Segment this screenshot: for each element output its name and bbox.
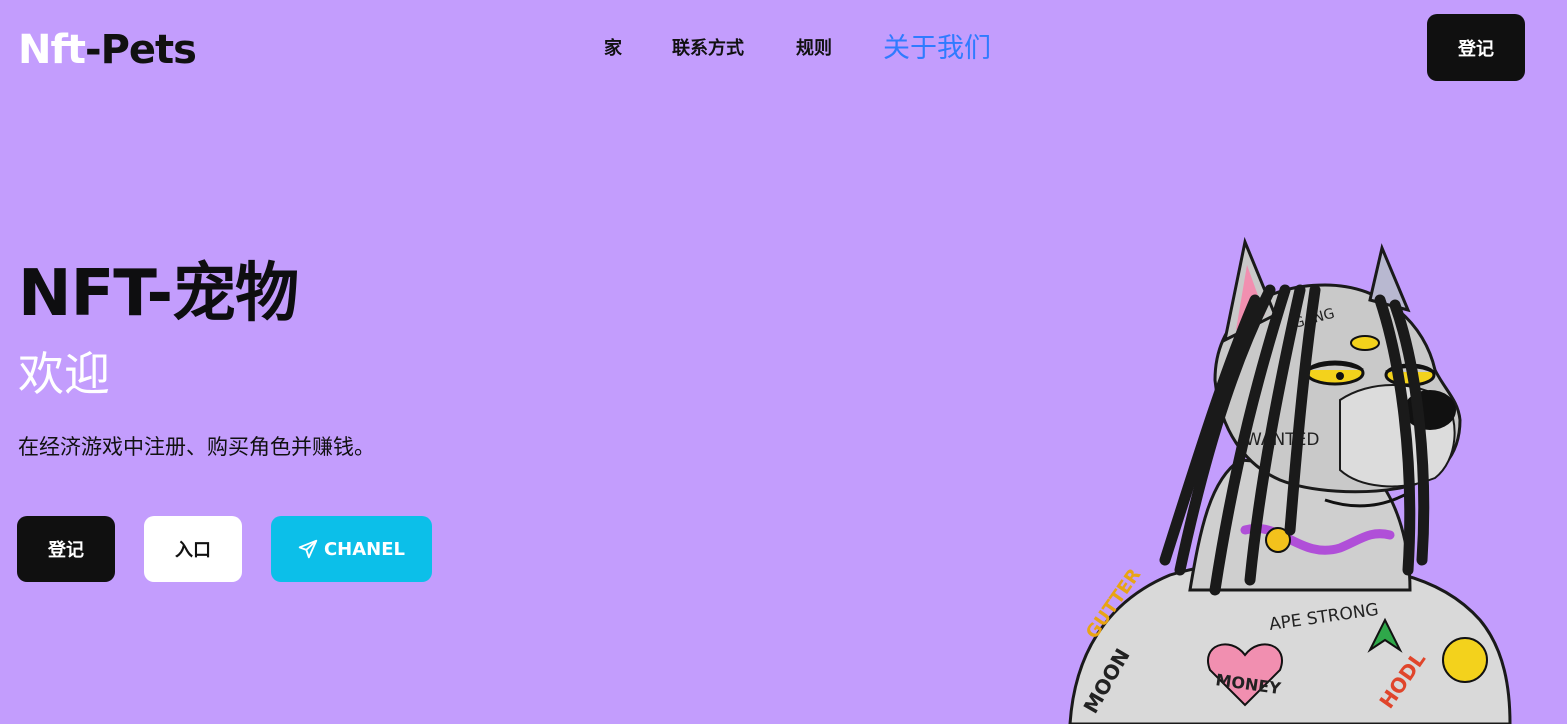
hero-title: NFT-宠物 bbox=[18, 257, 299, 331]
header-register-button[interactable]: 登记 bbox=[1427, 14, 1525, 81]
nav-item-about[interactable]: 关于我们 bbox=[883, 31, 991, 67]
dog-pupil-left bbox=[1336, 372, 1344, 380]
dog-nft-illustration: GANG WANTED APE STRONG MONEY HODL GUTTER… bbox=[1068, 236, 1512, 724]
channel-button-label: CHANEL bbox=[323, 538, 406, 560]
register-button[interactable]: 登记 bbox=[17, 516, 115, 582]
hero-description: 在经济游戏中注册、购买角色并赚钱。 bbox=[18, 435, 375, 459]
nav-item-home[interactable]: 家 bbox=[604, 36, 622, 62]
nav-item-rules[interactable]: 规则 bbox=[796, 36, 832, 62]
paper-plane-icon bbox=[298, 539, 318, 559]
landing-page: Nft-Pets 家 联系方式 规则 关于我们 登记 NFT-宠物 欢迎 在经济… bbox=[0, 0, 1567, 724]
logo[interactable]: Nft-Pets bbox=[18, 26, 197, 74]
third-eye-tattoo bbox=[1350, 335, 1380, 351]
skull-tattoo bbox=[1442, 637, 1488, 683]
logo-text-nft: Nft bbox=[18, 27, 86, 73]
channel-button[interactable]: CHANEL bbox=[271, 516, 432, 582]
nav-item-contact[interactable]: 联系方式 bbox=[672, 36, 744, 62]
logo-text-pets: -Pets bbox=[85, 27, 197, 73]
enter-button[interactable]: 入口 bbox=[144, 516, 242, 582]
tattoo-wanted: WANTED bbox=[1245, 430, 1319, 450]
hero-subtitle: 欢迎 bbox=[18, 347, 110, 401]
